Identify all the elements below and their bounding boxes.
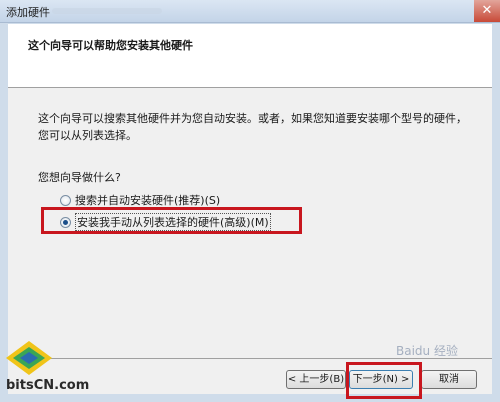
highlight-box-option [41,207,302,234]
description-text: 这个向导可以搜索其他硬件并为您自动安装。或者，如果您知道要安装哪个型号的硬件，您… [38,112,467,142]
cancel-button[interactable]: 取消 [421,370,477,389]
option-auto-label[interactable]: 搜索并自动安装硬件(推荐)(S) [75,192,220,208]
logo-text: bitsCN.com [6,378,90,393]
blurred-title-text [52,8,162,14]
window-title: 添加硬件 [6,6,50,19]
radio-button-auto[interactable] [60,194,71,206]
watermark: Baidu 经验 [396,344,458,358]
logo-icon [6,341,52,375]
site-logo: bitsCN.com [4,340,89,400]
close-button[interactable]: ✕ [474,0,500,22]
back-button[interactable]: < 上一步(B) [286,370,346,389]
option-auto-search[interactable]: 搜索并自动安装硬件(推荐)(S) [60,192,220,208]
header-title: 这个向导可以帮助您安装其他硬件 [28,39,193,52]
wizard-header: 这个向导可以帮助您安装其他硬件 [8,24,492,88]
title-bar: 添加硬件 ✕ [0,0,500,23]
close-icon: ✕ [481,3,493,18]
highlight-box-next [346,362,422,399]
question-label: 您想向导做什么? [38,171,121,184]
